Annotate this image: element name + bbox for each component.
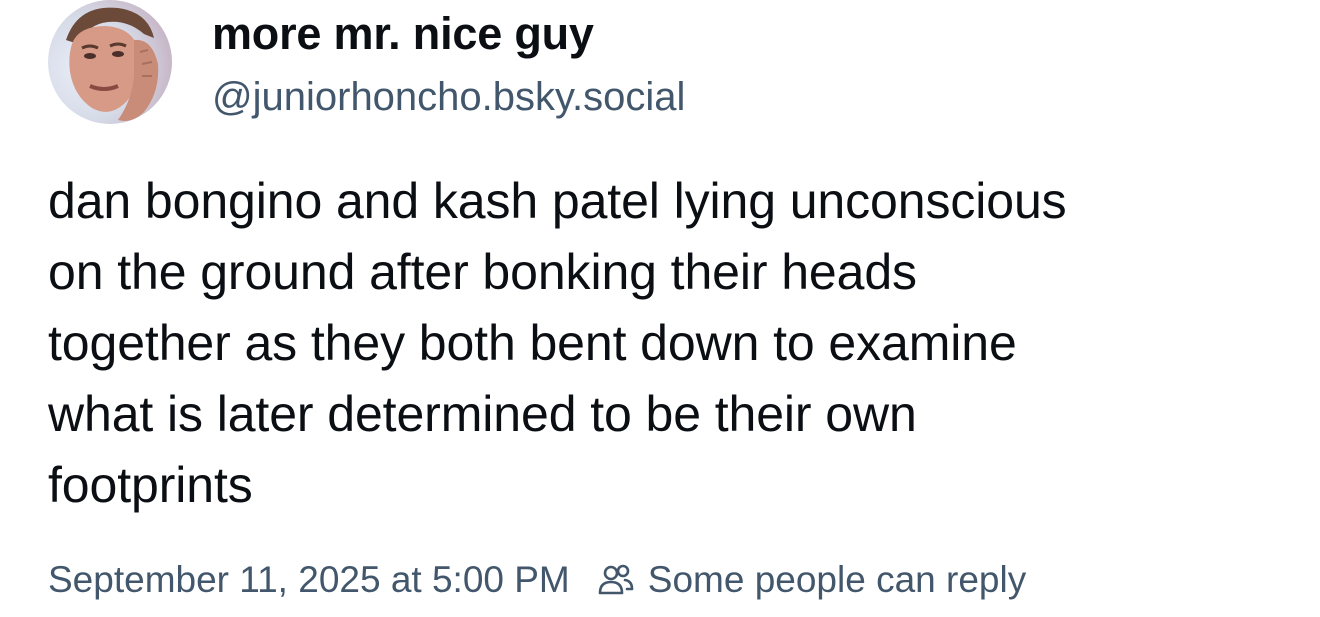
- avatar-photo-icon: [48, 0, 172, 124]
- author-handle[interactable]: @juniorhoncho.bsky.social: [212, 74, 685, 120]
- author-names: more mr. nice guy @juniorhoncho.bsky.soc…: [212, 8, 685, 120]
- avatar[interactable]: [48, 0, 172, 124]
- reply-setting-label: Some people can reply: [647, 559, 1027, 600]
- people-icon: [598, 564, 634, 595]
- post-text: dan bongino and kash patel lying unconsc…: [48, 173, 1067, 513]
- post-meta: September 11, 2025 at 5:00 PM Some peopl…: [48, 556, 1026, 604]
- post-card: more mr. nice guy @juniorhoncho.bsky.soc…: [0, 0, 1320, 617]
- post-timestamp[interactable]: September 11, 2025 at 5:00 PM: [48, 559, 570, 601]
- author-display-name[interactable]: more mr. nice guy: [212, 8, 685, 60]
- post-header: more mr. nice guy @juniorhoncho.bsky.soc…: [48, 0, 685, 130]
- reply-setting[interactable]: Some people can reply: [598, 559, 1026, 601]
